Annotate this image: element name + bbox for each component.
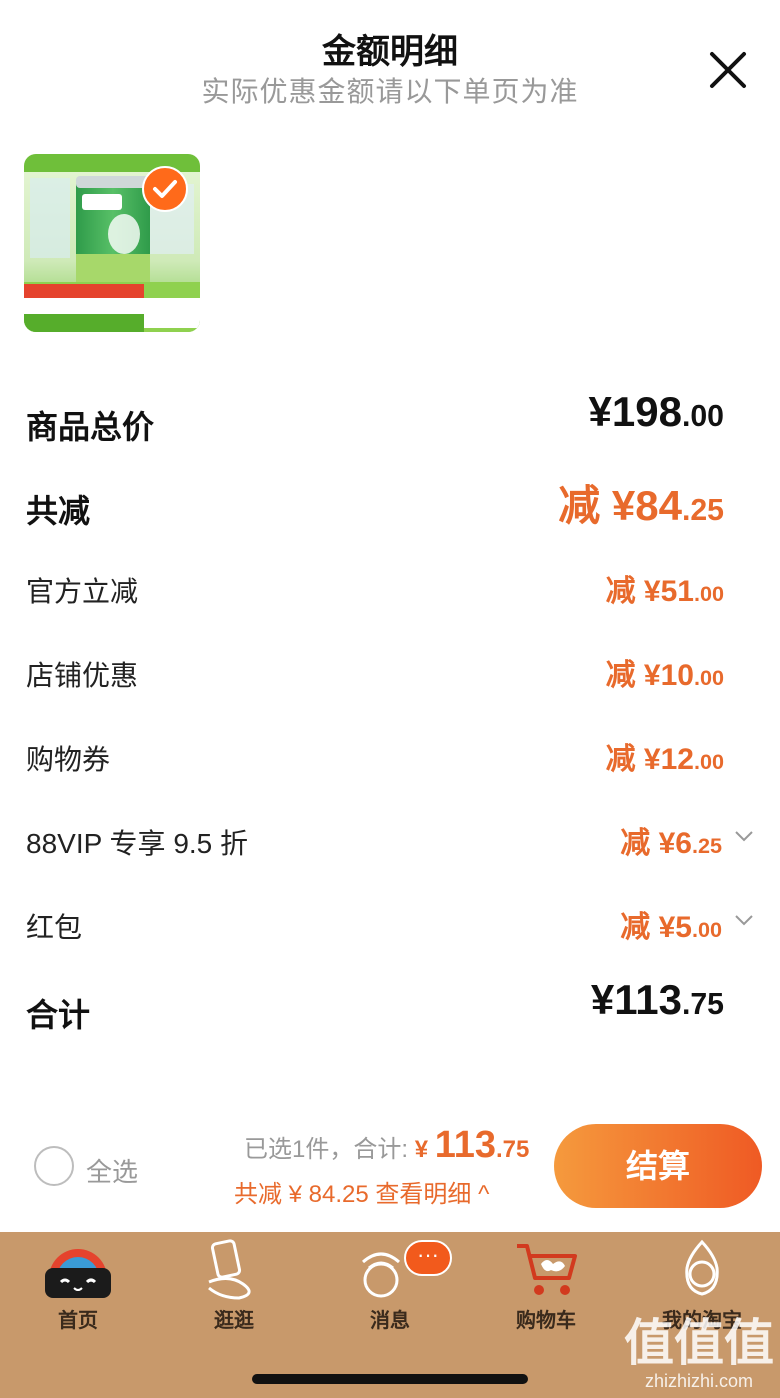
- row-value: 减 ¥84.25: [558, 482, 724, 529]
- saved-amount: 共减 ¥ 84.25: [234, 1181, 369, 1208]
- checkout-button[interactable]: 结算: [554, 1124, 762, 1208]
- header: 金额明细 实际优惠金额请以下单页为准: [0, 0, 780, 120]
- selected-check-icon[interactable]: [142, 166, 188, 212]
- selected-summary: 已选1件，合计: ¥ 113.75: [244, 1124, 530, 1166]
- tab-label: 消息: [370, 1310, 410, 1332]
- tab-label: 购物车: [516, 1310, 576, 1332]
- home-indicator[interactable]: [252, 1374, 528, 1384]
- row-label: 店铺优惠: [26, 660, 139, 691]
- view-detail-link[interactable]: 查看明细: [375, 1181, 471, 1208]
- row-red-packet[interactable]: 红包 减 ¥5.00: [0, 884, 780, 968]
- row-value: 减 ¥5.00: [620, 911, 722, 944]
- select-all-label[interactable]: 全选: [86, 1152, 138, 1189]
- checkout-bar: 全选 已选1件，合计: ¥ 113.75 共减 ¥ 84.25 查看明细 ^ 结…: [0, 1110, 780, 1232]
- row-grand-total: 合计 ¥113.75: [0, 968, 780, 1052]
- row-total-discount: 共减 减 ¥84.25: [0, 464, 780, 548]
- row-value: 减 ¥10.00: [605, 659, 724, 692]
- message-badge: ···: [404, 1240, 452, 1276]
- select-all-radio[interactable]: [34, 1146, 74, 1186]
- tab-label: 首页: [58, 1310, 98, 1332]
- row-shopping-coupon: 购物券 减 ¥12.00: [0, 716, 780, 800]
- discount-summary[interactable]: 共减 ¥ 84.25 查看明细 ^: [234, 1174, 489, 1209]
- row-label: 共减: [26, 493, 91, 529]
- page-title: 金额明细: [322, 33, 458, 71]
- stroll-icon: [208, 1239, 251, 1300]
- chevron-down-icon[interactable]: [734, 914, 754, 928]
- row-label: 红包: [26, 912, 83, 943]
- tmall-cat-icon: [45, 1249, 111, 1298]
- row-value: ¥198.00: [588, 388, 724, 435]
- row-official-discount: 官方立减 减 ¥51.00: [0, 548, 780, 632]
- row-value: 减 ¥51.00: [605, 575, 724, 608]
- page-subtitle: 实际优惠金额请以下单页为准: [201, 76, 579, 107]
- watermark: 值值值 zhizhizhi.com: [624, 1315, 774, 1391]
- tab-home[interactable]: 首页: [0, 1232, 156, 1352]
- close-icon[interactable]: [706, 48, 750, 92]
- cart-icon: [517, 1244, 577, 1295]
- tab-stroll[interactable]: 逛逛: [156, 1232, 312, 1352]
- row-total-price: 商品总价 ¥198.00: [0, 380, 780, 464]
- my-taobao-icon: [685, 1239, 719, 1296]
- chevron-down-icon[interactable]: [734, 830, 754, 844]
- row-label: 88VIP 专享 9.5 折: [26, 828, 249, 859]
- row-value: 减 ¥6.25: [620, 827, 722, 860]
- row-value: ¥113.75: [590, 976, 724, 1023]
- row-label: 合计: [26, 997, 91, 1033]
- row-value: 减 ¥12.00: [605, 743, 724, 776]
- row-store-discount: 店铺优惠 减 ¥10.00: [0, 632, 780, 716]
- row-label: 商品总价: [26, 409, 155, 445]
- row-88vip-discount[interactable]: 88VIP 专享 9.5 折 减 ¥6.25: [0, 800, 780, 884]
- tab-cart[interactable]: 购物车: [468, 1232, 624, 1352]
- row-label: 购物券: [26, 744, 111, 775]
- row-label: 官方立减: [26, 576, 139, 607]
- tab-label: 逛逛: [214, 1310, 254, 1332]
- chevron-up-icon[interactable]: ^: [478, 1181, 489, 1208]
